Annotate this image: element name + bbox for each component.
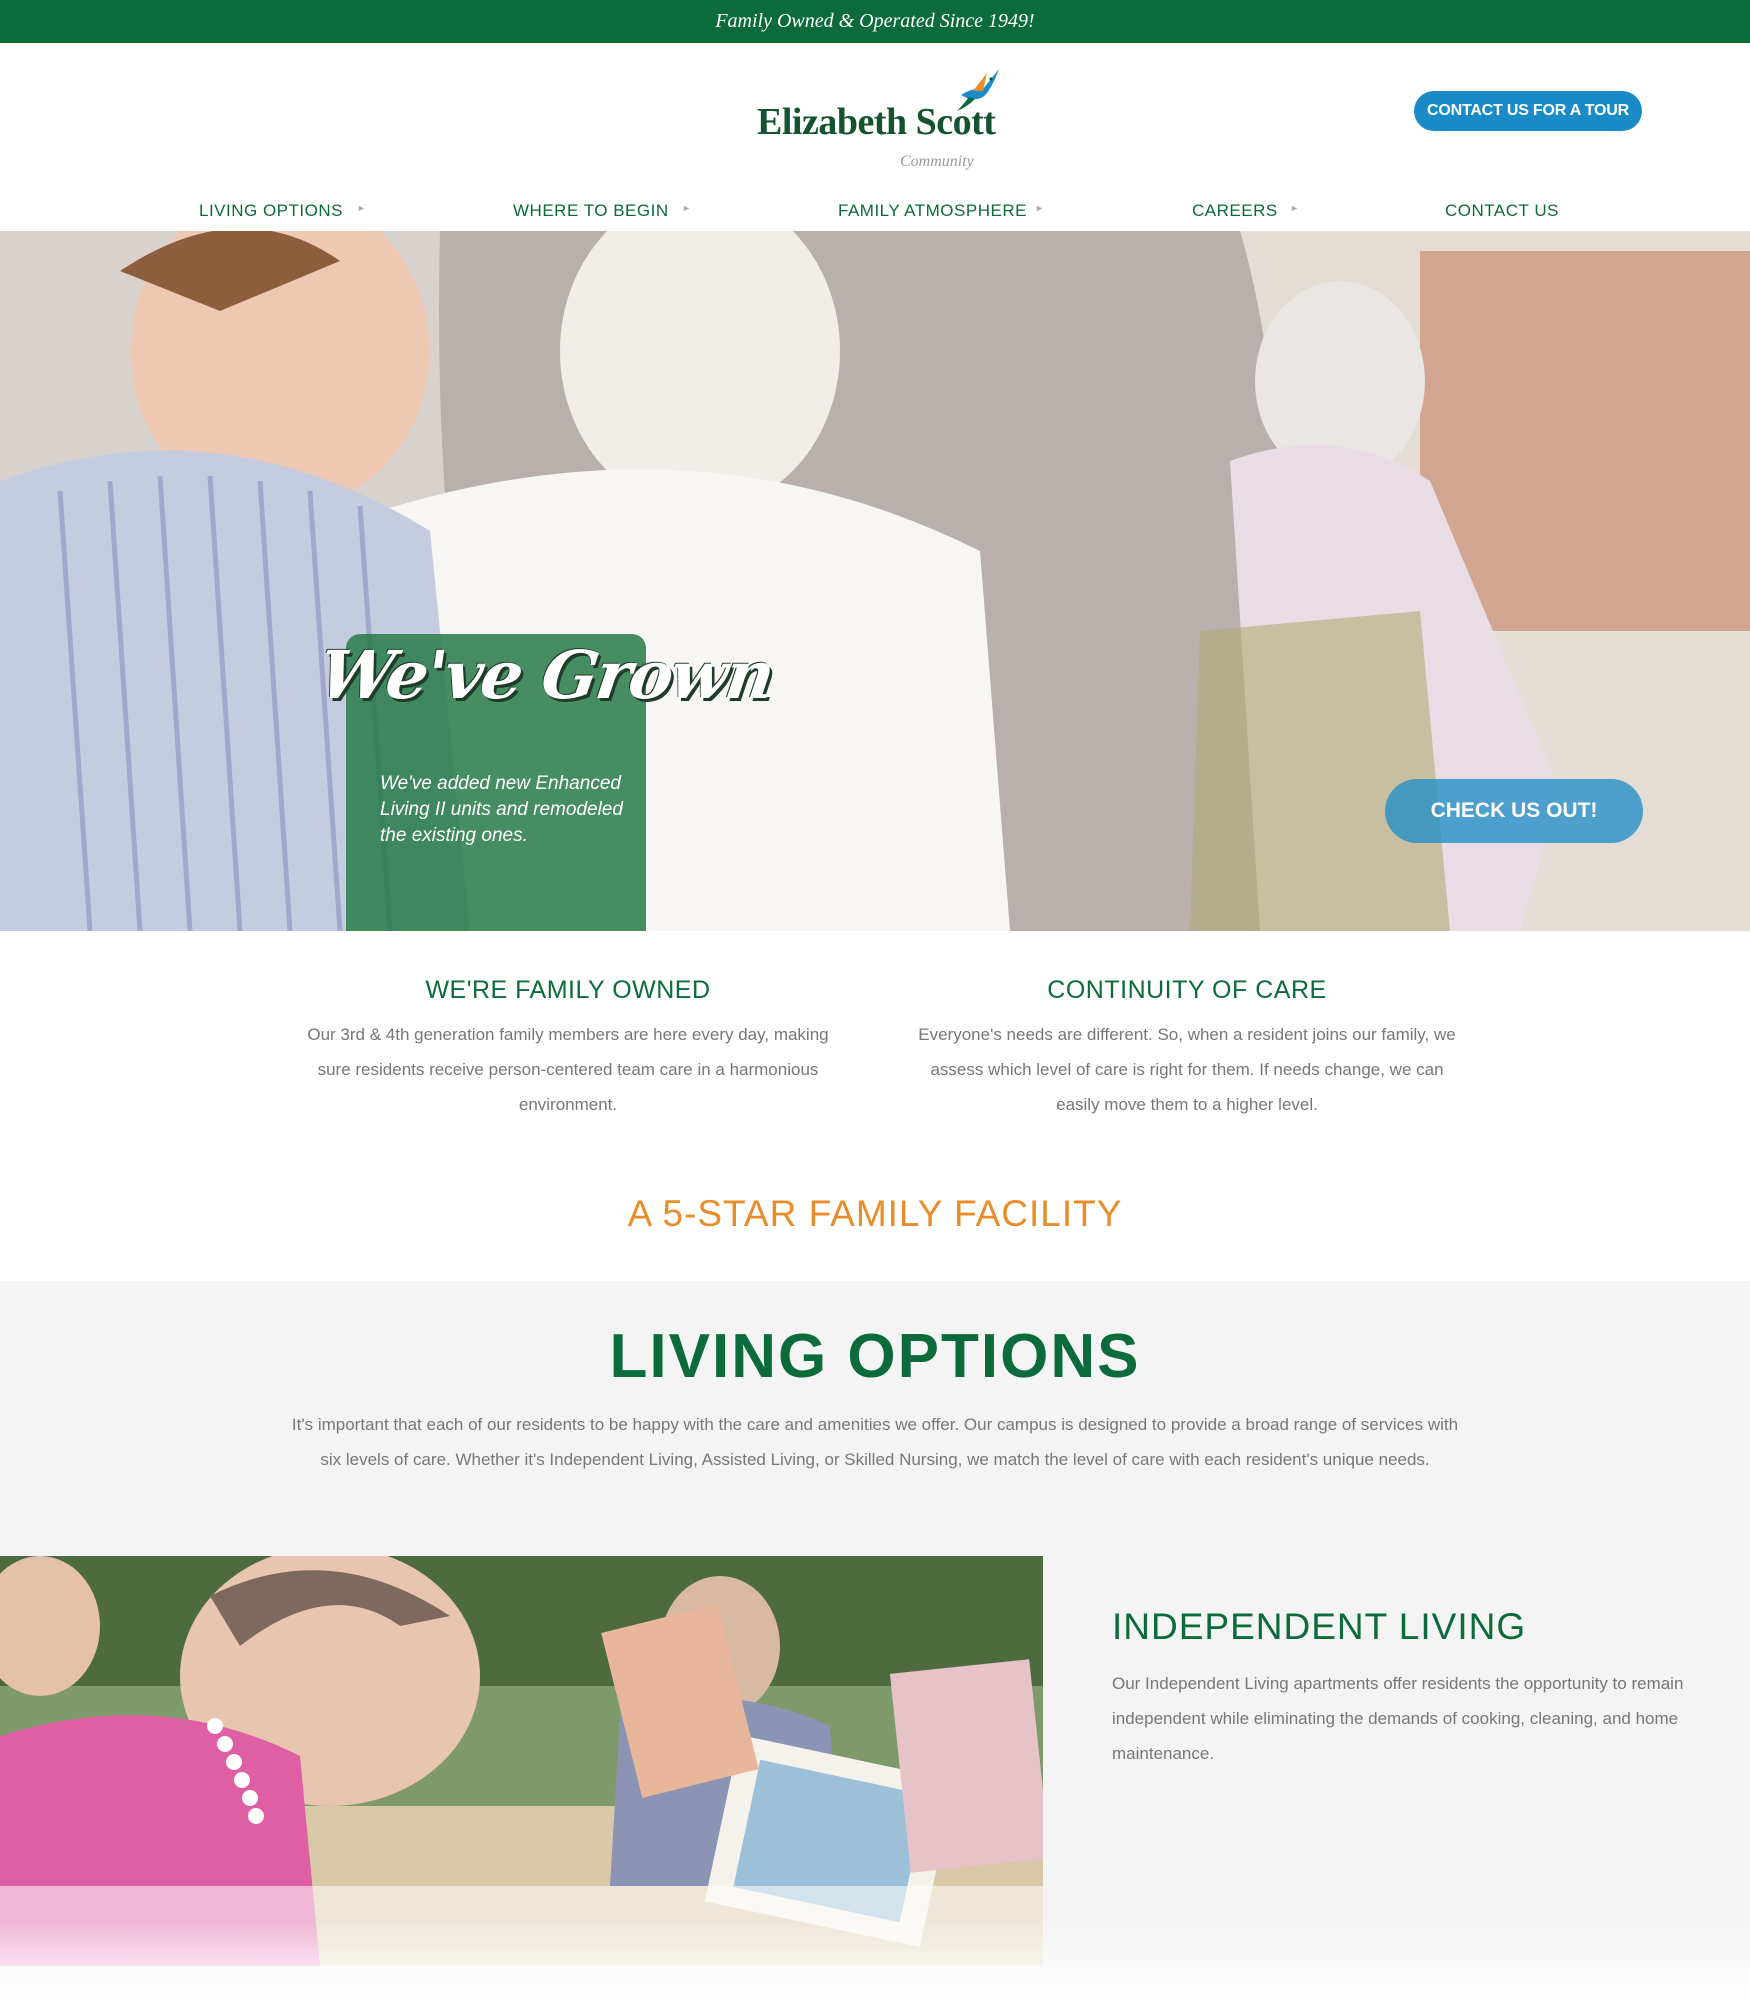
logo-subtitle: Community	[900, 153, 974, 170]
feature-title: CONTINUITY OF CARE	[1047, 976, 1327, 1004]
main-nav: LIVING OPTIONS ► WHERE TO BEGIN ► FAMILY…	[0, 191, 1750, 231]
promo-title: We've Grown	[314, 636, 778, 714]
feature-family-owned: WE'RE FAMILY OWNED Our 3rd & 4th generat…	[298, 976, 838, 1122]
submenu-arrow-icon[interactable]: ►	[1035, 203, 1044, 213]
hero-banner: We've Grown We've added new Enhanced Liv…	[0, 231, 1750, 931]
promo-text: We've added new Enhanced Living II units…	[380, 773, 623, 846]
feature-text: Everyone's needs are different. So, when…	[918, 1025, 1456, 1114]
independent-living-title: INDEPENDENT LIVING	[1112, 1606, 1527, 1647]
site-logo[interactable]: Elizabeth Scott Community	[755, 65, 1005, 170]
announcement-text: Family Owned & Operated Since 1949!	[715, 10, 1035, 32]
nav-item-where-to-begin[interactable]: WHERE TO BEGIN	[513, 191, 669, 231]
section-fade	[0, 1921, 1750, 2000]
feature-text: Our 3rd & 4th generation family members …	[307, 1025, 829, 1114]
feature-title: WE'RE FAMILY OWNED	[425, 976, 711, 1004]
logo-name: Elizabeth Scott	[757, 101, 996, 143]
feature-continuity-of-care: CONTINUITY OF CARE Everyone's needs are …	[917, 976, 1457, 1122]
nav-item-living-options[interactable]: LIVING OPTIONS	[199, 191, 343, 231]
submenu-arrow-icon[interactable]: ►	[357, 203, 366, 213]
site-header: Elizabeth Scott Community CONTACT US FOR…	[0, 43, 1750, 231]
announcement-bar: Family Owned & Operated Since 1949!	[0, 0, 1750, 43]
independent-living-text: Our Independent Living apartments offer …	[1112, 1674, 1684, 1763]
living-options-title: LIVING OPTIONS	[609, 1322, 1141, 1391]
check-us-out-button[interactable]: CHECK US OUT!	[1385, 779, 1643, 843]
submenu-arrow-icon[interactable]: ►	[1290, 203, 1299, 213]
nav-item-contact-us[interactable]: CONTACT US	[1445, 191, 1559, 231]
living-options-description: It's important that each of our resident…	[291, 1415, 1459, 1469]
five-star-tagline: A 5-STAR FAMILY FACILITY	[627, 1193, 1123, 1234]
features-section: WE'RE FAMILY OWNED Our 3rd & 4th generat…	[0, 931, 1750, 1281]
submenu-arrow-icon[interactable]: ►	[682, 203, 691, 213]
living-options-section: LIVING OPTIONS It's important that each …	[0, 1281, 1750, 2000]
independent-living-photo-image	[0, 1556, 1043, 1966]
contact-tour-button[interactable]: CONTACT US FOR A TOUR	[1414, 91, 1642, 131]
nav-item-careers[interactable]: CAREERS	[1192, 191, 1278, 231]
nav-item-family-atmosphere[interactable]: FAMILY ATMOSPHERE	[838, 191, 1027, 231]
